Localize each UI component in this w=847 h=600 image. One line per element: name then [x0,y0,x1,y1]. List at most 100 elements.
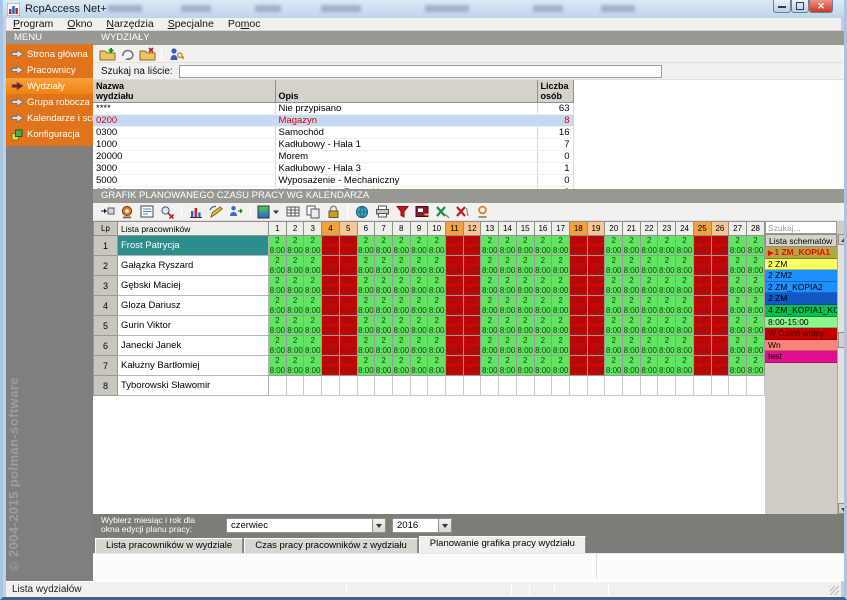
day-header[interactable]: 28 [746,222,764,236]
day-header[interactable]: 8 [392,222,410,236]
schedule-cell[interactable]: 28:00 [410,276,428,296]
schedule-cell[interactable]: 28:00 [516,336,534,356]
cell-insert-icon[interactable] [97,204,117,220]
schedule-cell[interactable]: 1000:00 [463,276,481,296]
schedule-cell[interactable]: 28:00 [658,256,676,276]
schedule-cell[interactable]: 1000:00 [587,296,605,316]
schedule-cell[interactable]: 1000:00 [569,276,587,296]
schedule-cell[interactable]: 28:00 [640,316,658,336]
schedule-cell[interactable]: 28:00 [357,336,375,356]
schedule-cell[interactable]: 1000:00 [446,256,464,276]
schedule-cell[interactable]: 1000:00 [322,276,340,296]
schema-search-input[interactable] [765,221,837,234]
schedule-cell[interactable]: 28:00 [534,316,552,336]
schedule-cell[interactable]: 28:00 [428,296,446,316]
worker-name[interactable]: Janecki Janek [118,336,269,356]
schedule-cell[interactable] [463,376,481,396]
sidebar-item-strona-główna[interactable]: Strona główna [6,46,93,62]
redo-icon[interactable] [117,46,137,62]
schedule-cell[interactable]: 28:00 [499,236,517,256]
schedule-cell[interactable] [481,376,499,396]
schedule-cell[interactable]: 1000:00 [711,256,729,276]
schedule-cell[interactable]: 28:00 [552,256,570,276]
schedule-cell[interactable]: 28:00 [676,356,694,376]
schedule-cell[interactable]: 28:00 [623,236,641,256]
chevron-down-icon[interactable] [438,519,451,532]
schedule-cell[interactable]: 28:00 [357,236,375,256]
schedule-cell[interactable]: 28:00 [499,256,517,276]
tab-czas-pracy-pracowników-z-wydziału[interactable]: Czas pracy pracowników z wydziału [244,538,418,553]
schedule-cell[interactable]: 28:00 [746,336,764,356]
user-key-icon[interactable] [166,46,186,62]
schedule-cell[interactable] [392,376,410,396]
schedule-cell[interactable]: 28:00 [286,256,304,276]
department-row[interactable]: ****Nie przypisano63 [93,103,573,115]
schedule-cell[interactable]: 28:00 [516,236,534,256]
schedule-cell[interactable]: 28:00 [499,276,517,296]
schedule-cell[interactable]: 28:00 [516,296,534,316]
scrollbar-thumb[interactable] [838,332,847,348]
schedule-cell[interactable]: 1000:00 [463,236,481,256]
stamp-icon[interactable] [117,204,137,220]
schemas-scrollbar[interactable] [837,234,847,514]
schedule-cell[interactable]: 28:00 [269,236,287,256]
schedule-cell[interactable] [269,376,287,396]
schedule-cell[interactable] [516,376,534,396]
schedule-cell[interactable]: 28:00 [286,296,304,316]
column-header[interactable]: Nazwa wydziału [93,80,275,103]
sidebar-item-grupa-robocza[interactable]: Grupa robocza [6,94,93,110]
schedule-cell[interactable]: 1000:00 [569,256,587,276]
schedule-cell[interactable]: 28:00 [286,316,304,336]
schedule-cell[interactable]: 1000:00 [569,296,587,316]
schedule-cell[interactable]: 28:00 [481,236,499,256]
schedule-cell[interactable]: 28:00 [286,276,304,296]
schedule-cell[interactable]: 1000:00 [322,336,340,356]
schedule-cell[interactable]: 28:00 [746,236,764,256]
schedule-cell[interactable]: 28:00 [428,316,446,336]
schedule-cell[interactable]: 28:00 [304,296,322,316]
schedule-cell[interactable]: 28:00 [676,256,694,276]
department-row[interactable]: 0200Magazyn8 [93,115,573,127]
schedule-cell[interactable]: 28:00 [623,256,641,276]
menu-narz-dzia[interactable]: Narzędzia [99,18,160,30]
schedule-cell[interactable]: 28:00 [392,336,410,356]
department-row[interactable]: 0300Samochód16 [93,127,573,139]
schedule-cell[interactable]: 28:00 [357,296,375,316]
schedule-cell[interactable]: 1000:00 [587,356,605,376]
day-header[interactable]: 7 [375,222,393,236]
schedule-cell[interactable]: 28:00 [623,336,641,356]
schedule-cell[interactable]: 28:00 [534,256,552,276]
schedule-cell[interactable] [569,376,587,396]
schedule-cell[interactable]: 28:00 [499,356,517,376]
schedule-cell[interactable]: 28:00 [357,316,375,336]
schedule-cell[interactable]: 28:00 [410,336,428,356]
schedule-cell[interactable]: 28:00 [375,276,393,296]
schedule-cell[interactable]: 28:00 [623,316,641,336]
menu-specjalne[interactable]: Specjalne [161,18,221,30]
schedule-cell[interactable]: 28:00 [410,356,428,376]
schedule-cell[interactable]: 28:00 [658,276,676,296]
schedule-cell[interactable]: 28:00 [516,276,534,296]
schedule-cell[interactable]: 28:00 [499,296,517,316]
schedule-cell[interactable]: 28:00 [428,276,446,296]
schedule-cell[interactable]: 28:00 [640,276,658,296]
schedule-cell[interactable]: 28:00 [269,296,287,316]
day-header[interactable]: 22 [640,222,658,236]
schedule-cell[interactable]: 28:00 [658,356,676,376]
schema-item[interactable]: 2 ZM [765,259,837,271]
excel-delete-icon[interactable] [452,204,472,220]
schedule-cell[interactable]: 1000:00 [693,336,711,356]
schedule-cell[interactable]: 28:00 [534,296,552,316]
month-select[interactable]: czerwiec [226,518,386,533]
schedule-cell[interactable]: 28:00 [481,276,499,296]
worker-name[interactable]: Tyborowski Sławomir [118,376,269,396]
schedule-cell[interactable]: 1000:00 [693,316,711,336]
schedule-cell[interactable]: 1000:00 [339,316,357,336]
worker-name[interactable]: Gurin Viktor [118,316,269,336]
schema-item[interactable]: 2 ZM2 [765,270,837,282]
schedule-cell[interactable]: 28:00 [375,296,393,316]
schema-item[interactable]: test [765,351,837,363]
schedule-cell[interactable]: 1000:00 [463,256,481,276]
schedule-cell[interactable]: 28:00 [640,256,658,276]
schedule-cell[interactable]: 28:00 [375,356,393,376]
